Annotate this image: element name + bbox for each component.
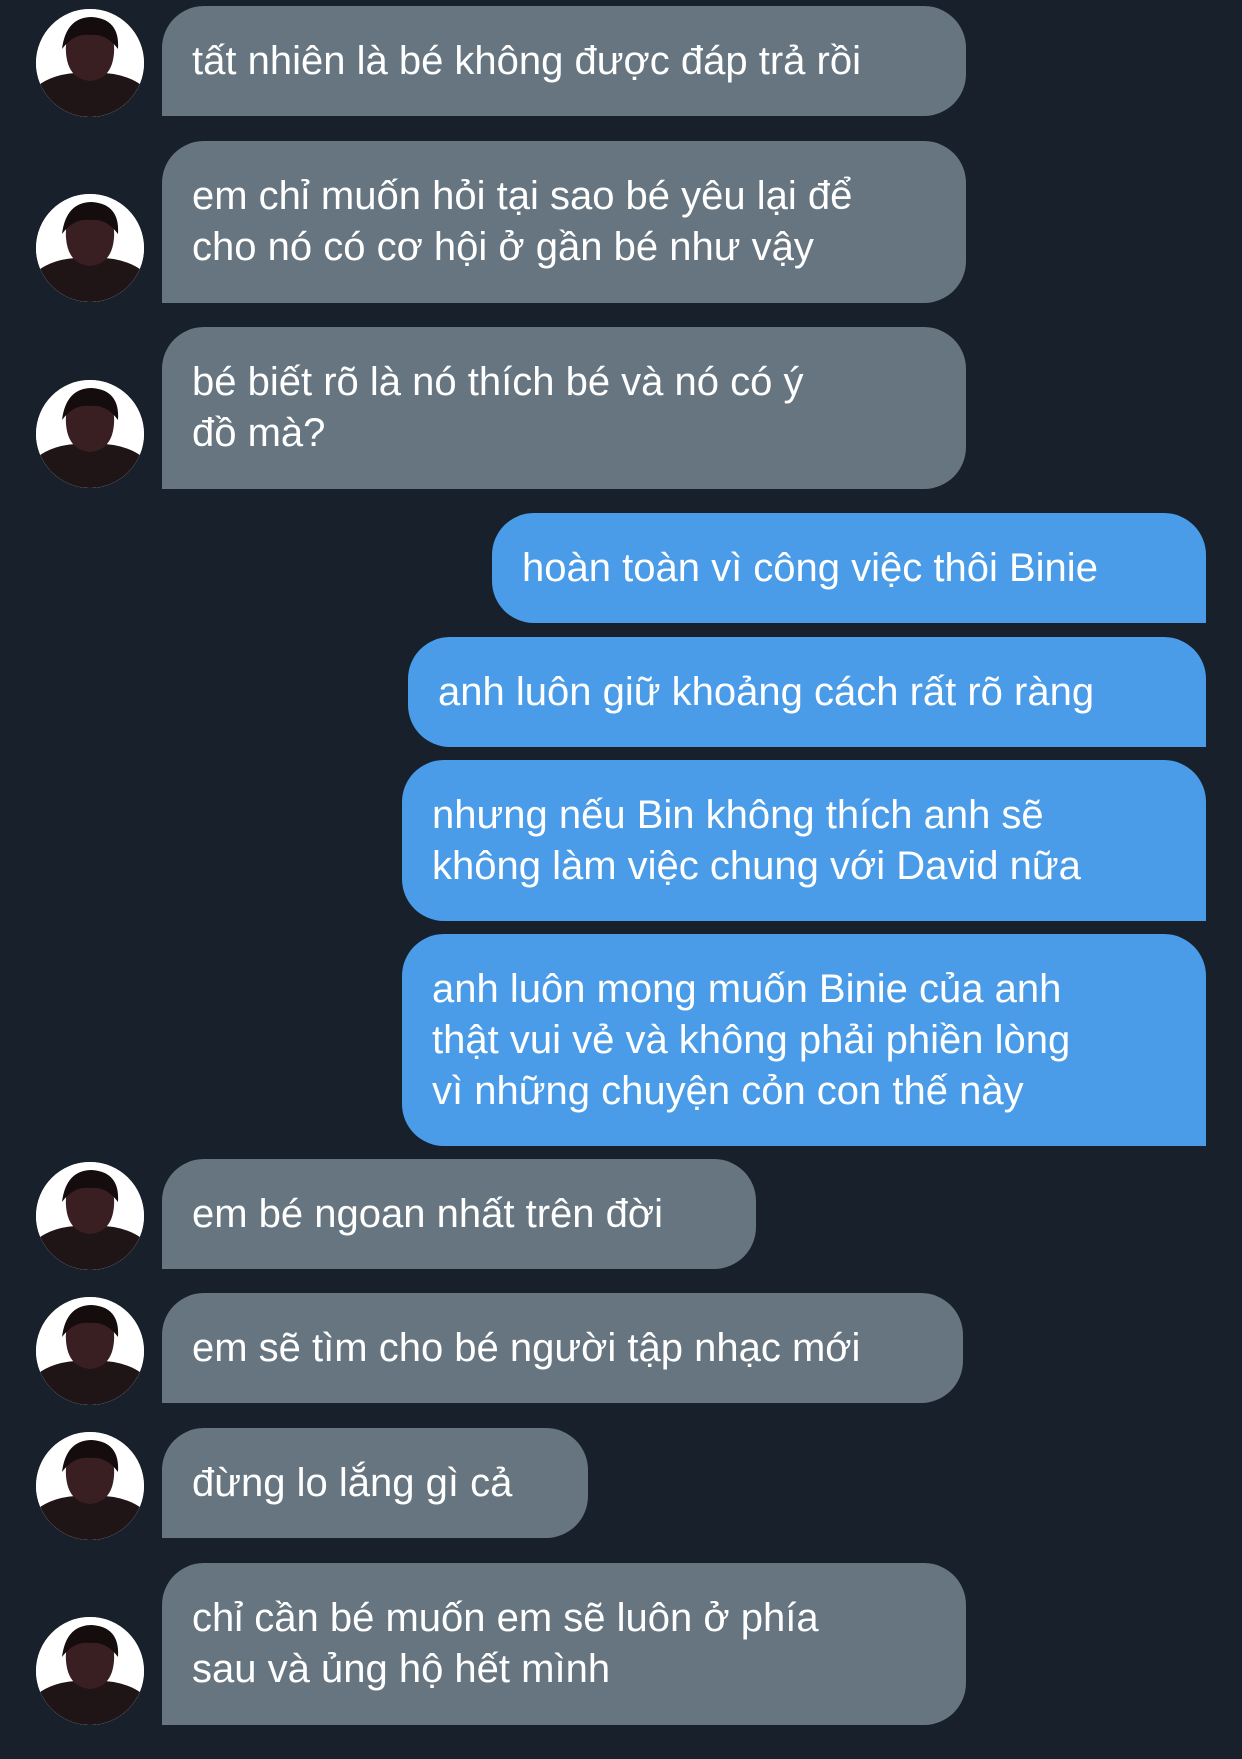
avatar-icon (36, 1432, 144, 1540)
message-bubble-incoming[interactable]: tất nhiên là bé không được đáp trả rồi (162, 6, 966, 116)
message-bubble-incoming[interactable]: em chỉ muốn hỏi tại sao bé yêu lại để ch… (162, 141, 966, 303)
message-text: hoàn toàn vì công việc thôi Binie (522, 545, 1098, 590)
message-text: em bé ngoan nhất trên đời (192, 1191, 663, 1236)
message-bubble-incoming[interactable]: đừng lo lắng gì cả (162, 1428, 588, 1538)
chat-thread: tất nhiên là bé không được đáp trả rồi e… (0, 0, 1242, 1759)
message-bubble-incoming[interactable]: chỉ cần bé muốn em sẽ luôn ở phía sau và… (162, 1563, 966, 1725)
avatar-icon (36, 380, 144, 488)
message-text: anh luôn mong muốn Binie của anh thật vu… (432, 966, 1071, 1113)
message-bubble-outgoing[interactable]: nhưng nếu Bin không thích anh sẽ không l… (402, 760, 1206, 921)
avatar[interactable] (36, 1617, 144, 1725)
message-bubble-outgoing[interactable]: anh luôn giữ khoảng cách rất rõ ràng (408, 637, 1206, 747)
message-text: anh luôn giữ khoảng cách rất rõ ràng (438, 669, 1095, 714)
message-text: tất nhiên là bé không được đáp trả rồi (192, 38, 861, 83)
message-text: đừng lo lắng gì cả (192, 1460, 513, 1505)
avatar[interactable] (36, 1162, 144, 1270)
message-text: bé biết rõ là nó thích bé và nó có ý đồ … (192, 360, 804, 455)
message-text: nhưng nếu Bin không thích anh sẽ không l… (432, 792, 1081, 888)
avatar-icon (36, 1617, 144, 1725)
avatar[interactable] (36, 9, 144, 117)
avatar-icon (36, 1297, 144, 1405)
avatar[interactable] (36, 380, 144, 488)
message-text: em chỉ muốn hỏi tại sao bé yêu lại để ch… (192, 174, 853, 269)
message-bubble-incoming[interactable]: bé biết rõ là nó thích bé và nó có ý đồ … (162, 327, 966, 489)
message-bubble-incoming[interactable]: em sẽ tìm cho bé người tập nhạc mới (162, 1293, 963, 1403)
message-bubble-outgoing[interactable]: anh luôn mong muốn Binie của anh thật vu… (402, 934, 1206, 1146)
avatar-icon (36, 9, 144, 117)
avatar[interactable] (36, 1297, 144, 1405)
message-bubble-outgoing[interactable]: hoàn toàn vì công việc thôi Binie (492, 513, 1206, 623)
message-bubble-incoming[interactable]: em bé ngoan nhất trên đời (162, 1159, 756, 1269)
avatar[interactable] (36, 1432, 144, 1540)
message-text: chỉ cần bé muốn em sẽ luôn ở phía sau và… (192, 1596, 819, 1691)
message-text: em sẽ tìm cho bé người tập nhạc mới (192, 1325, 861, 1370)
avatar-icon (36, 194, 144, 302)
avatar-icon (36, 1162, 144, 1270)
avatar[interactable] (36, 194, 144, 302)
